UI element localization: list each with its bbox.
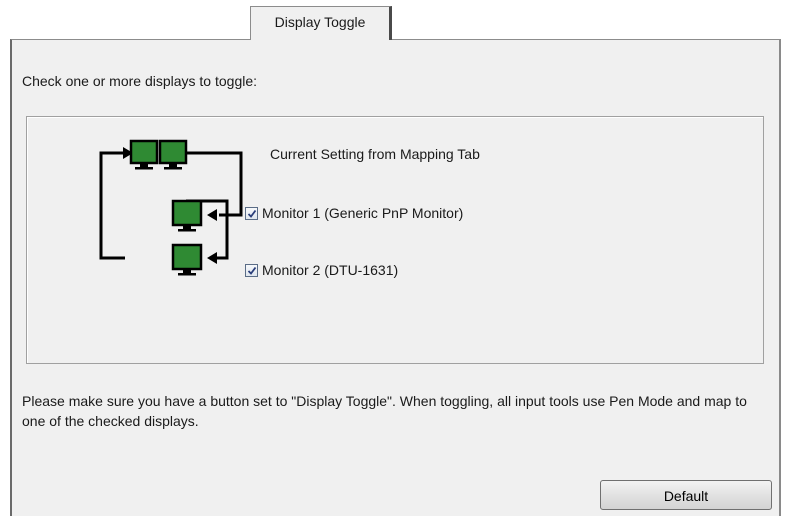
monitor-2-row[interactable]: Monitor 2 (DTU-1631) <box>245 262 398 278</box>
monitor-1-checkbox[interactable] <box>245 206 258 220</box>
monitor-2-icon <box>171 243 203 276</box>
display-toggle-diagram <box>99 139 243 276</box>
tab-display-toggle[interactable]: Display Toggle <box>250 6 392 40</box>
monitor-icon <box>158 139 188 165</box>
tab-panel: Check one or more displays to toggle: Cu… <box>10 39 781 516</box>
checkmark-icon <box>247 209 257 218</box>
current-setting-label: Current Setting from Mapping Tab <box>270 146 480 162</box>
checkmark-icon <box>247 266 257 275</box>
monitor-icon <box>129 139 159 165</box>
display-group-box: Current Setting from Mapping Tab Monitor… <box>26 116 764 364</box>
monitor-1-icon <box>171 199 203 232</box>
default-button[interactable]: Default <box>600 480 772 510</box>
help-text: Please make sure you have a button set t… <box>22 393 747 429</box>
monitor-2-checkbox[interactable] <box>245 263 258 277</box>
monitor-icon-group-top <box>129 139 188 170</box>
monitor-2-label: Monitor 2 (DTU-1631) <box>262 262 399 278</box>
monitor-1-row[interactable]: Monitor 1 (Generic PnP Monitor) <box>245 205 463 221</box>
monitor-1-label: Monitor 1 (Generic PnP Monitor) <box>262 205 464 221</box>
instruction-text: Check one or more displays to toggle: <box>22 73 258 89</box>
display-toggle-window: Display Toggle Check one or more display… <box>0 0 786 516</box>
